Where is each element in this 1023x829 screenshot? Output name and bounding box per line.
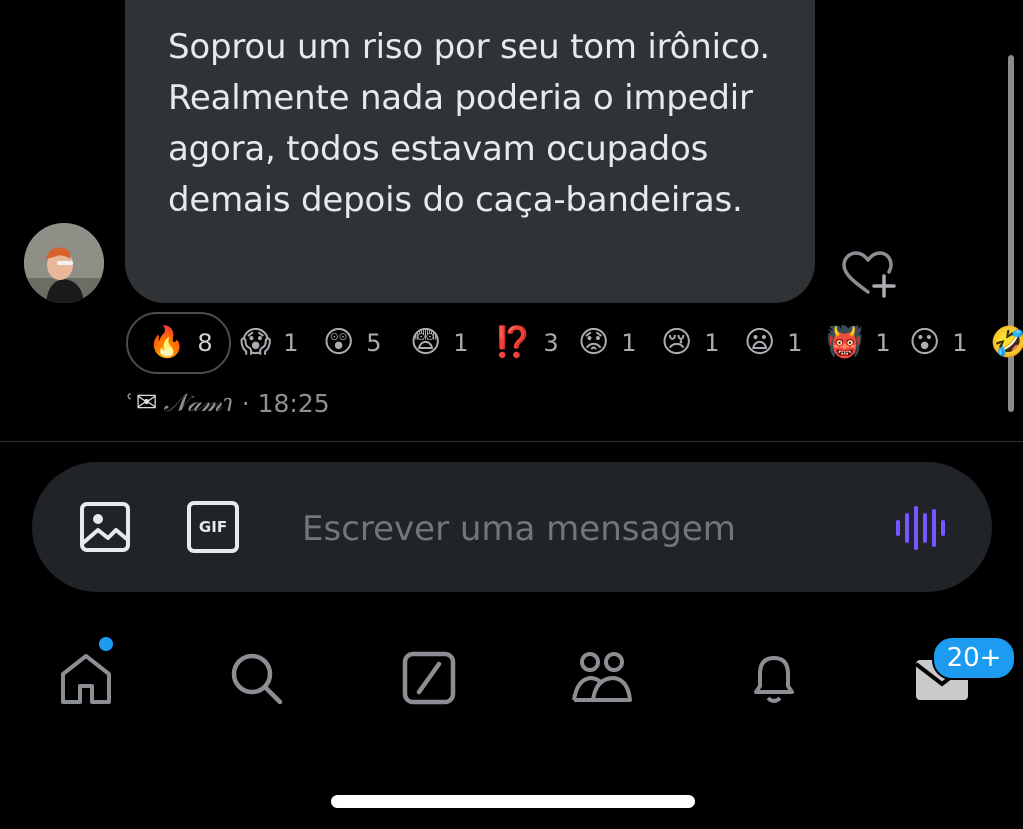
gif-button[interactable]: GIF [186,500,240,554]
worried-face-icon: 😟 [578,325,610,360]
avatar[interactable] [24,223,104,303]
ogre-icon: 👹 [826,325,864,360]
astonished-face-icon: 😲 [323,325,355,360]
add-reaction-icon[interactable] [840,250,896,298]
fire-icon: 🔥 [148,325,186,360]
home-icon[interactable] [58,650,114,706]
reaction-count: 3 [543,329,559,357]
reaction-chip-interrobang[interactable]: ⁉️ 3 [494,312,559,374]
communities-icon[interactable] [571,650,632,706]
home-indicator[interactable] [331,795,695,808]
envelope-icon: ✉ [135,388,158,418]
reaction-count: 1 [621,329,637,357]
image-icon[interactable] [78,500,132,554]
home-unread-dot [99,637,113,651]
reaction-count: 1 [787,329,803,357]
reaction-count: 1 [453,329,469,357]
message-input[interactable] [300,505,864,553]
reaction-count: 1 [283,329,299,357]
reaction-count: 1 [704,329,720,357]
reaction-chip-fearful[interactable]: 😨 1 [410,312,469,374]
notifications-icon[interactable] [746,650,802,706]
reaction-chip-rofl[interactable]: 🤣 [990,312,1023,374]
reaction-count: 1 [952,329,968,357]
search-icon[interactable] [228,650,284,706]
fearful-face-icon: 😨 [410,325,442,360]
reaction-chip-worried[interactable]: 😟 1 [578,312,637,374]
voice-waveform-icon[interactable] [893,505,947,551]
message-meta: ʿ ✉ 𝒩𝒶𝓂ɿ · 18:25 [126,386,330,420]
sender-name: 𝒩𝒶𝓂ɿ [163,388,234,417]
reaction-count: 8 [197,329,213,357]
gif-label: GIF [198,518,228,536]
reaction-chip-hushed[interactable]: 😮 1 [909,312,968,374]
reaction-count: 5 [366,329,382,357]
reaction-count: 1 [875,329,891,357]
frowning-face-icon: 😦 [744,325,776,360]
reaction-chip-astonished[interactable]: 😲 5 [323,312,382,374]
scream-face-icon: 😱 [240,325,272,360]
crying-face-icon: 😢 [661,325,693,360]
message-bubble[interactable]: Soprou um riso por seu tom irônico. Real… [125,0,815,303]
reaction-chip-fire[interactable]: 🔥 8 [126,312,231,374]
divider [0,441,1023,442]
meta-prefix: ʿ [126,388,134,418]
reaction-chip-crying[interactable]: 😢 1 [661,312,720,374]
messages-badge: 20+ [932,636,1016,680]
message-text: Soprou um riso por seu tom irônico. Real… [168,27,770,220]
reaction-chip-scream[interactable]: 😱 1 [240,312,299,374]
grok-icon[interactable] [401,650,457,706]
reaction-chip-ogre[interactable]: 👹 1 [826,312,891,374]
reaction-chip-frowning[interactable]: 😦 1 [744,312,803,374]
message-time: · 18:25 [241,388,330,418]
rofl-face-icon: 🤣 [990,325,1023,360]
interrobang-icon: ⁉️ [494,325,532,360]
hushed-face-icon: 😮 [909,325,941,360]
reaction-bar: 🔥 8 😱 1 😲 5 😨 1 ⁉️ 3 😟 1 😢 1 😦 1 👹 1 😮 1… [126,312,1023,374]
